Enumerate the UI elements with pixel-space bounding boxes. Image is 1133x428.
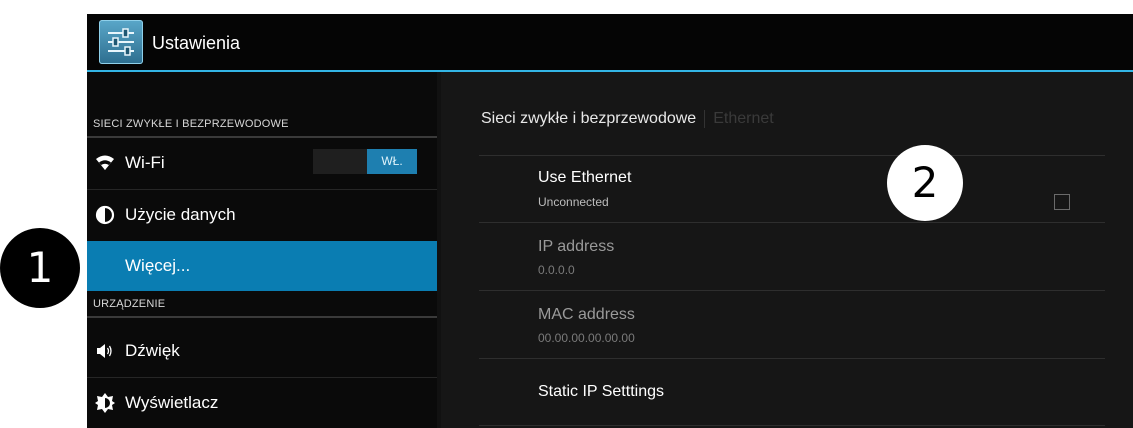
pref-summary: 0.0.0.0 <box>538 263 575 277</box>
breadcrumb-current: Ethernet <box>713 110 774 128</box>
android-settings-screen: Ustawienia SIECI ZWYKŁE I BEZPRZEWODOWE … <box>87 14 1133 428</box>
sidebar-item-wifi[interactable]: Wi-Fi WŁ. <box>87 138 437 188</box>
section-divider <box>87 316 437 318</box>
sidebar-item-data-usage[interactable]: Użycie danych <box>87 190 437 240</box>
sidebar-item-sound[interactable]: Dźwięk <box>87 326 437 376</box>
wifi-toggle[interactable]: WŁ. <box>313 149 417 174</box>
sidebar-item-display[interactable]: Wyświetlacz <box>87 378 437 428</box>
sidebar-item-label: Wyświetlacz <box>125 393 219 412</box>
pref-summary: 00.00.00.00.00.00 <box>538 331 635 345</box>
breadcrumb-separator <box>704 110 706 128</box>
use-ethernet-checkbox[interactable] <box>1054 194 1070 210</box>
data-usage-icon <box>95 205 115 225</box>
pref-title: Use Ethernet <box>538 169 632 186</box>
callout-badge-1: 1 <box>0 228 80 308</box>
list-divider <box>479 358 1105 359</box>
breadcrumb-parent[interactable]: Sieci zwykłe i bezprzewodowe <box>481 110 696 127</box>
pref-title: IP address <box>538 238 615 255</box>
sidebar-item-more[interactable]: Więcej... <box>87 241 437 291</box>
callout-badge-2: 2 <box>887 145 963 221</box>
sidebar-item-label: Użycie danych <box>125 205 236 224</box>
ethernet-settings-pane: Sieci zwykłe i bezprzewodowe Ethernet Use… <box>441 72 1133 428</box>
section-header-device: URZĄDZENIE <box>93 298 166 310</box>
pref-title: MAC address <box>538 306 635 323</box>
list-divider <box>479 155 1105 156</box>
sidebar-item-label: Wi-Fi <box>125 153 165 172</box>
wifi-toggle-on-label: WŁ. <box>367 149 417 174</box>
brightness-icon <box>95 393 115 413</box>
list-divider <box>479 222 1105 223</box>
speaker-icon <box>95 341 115 361</box>
pref-title: Static IP Setttings <box>538 383 664 400</box>
sidebar-item-label: Dźwięk <box>125 341 180 360</box>
action-bar-title: Ustawienia <box>152 33 241 53</box>
list-divider <box>479 290 1105 291</box>
action-bar: Ustawienia <box>87 14 1133 70</box>
settings-sliders-icon[interactable] <box>99 20 143 64</box>
pref-summary: Unconnected <box>538 195 609 209</box>
section-header-wireless: SIECI ZWYKŁE I BEZPRZEWODOWE <box>93 118 289 130</box>
settings-headers-pane: SIECI ZWYKŁE I BEZPRZEWODOWE Wi-Fi WŁ. U… <box>87 72 437 428</box>
list-divider <box>479 425 1105 426</box>
breadcrumb: Sieci zwykłe i bezprzewodowe Ethernet <box>481 110 774 128</box>
wifi-icon <box>95 153 115 173</box>
sidebar-item-label: Więcej... <box>125 256 191 275</box>
